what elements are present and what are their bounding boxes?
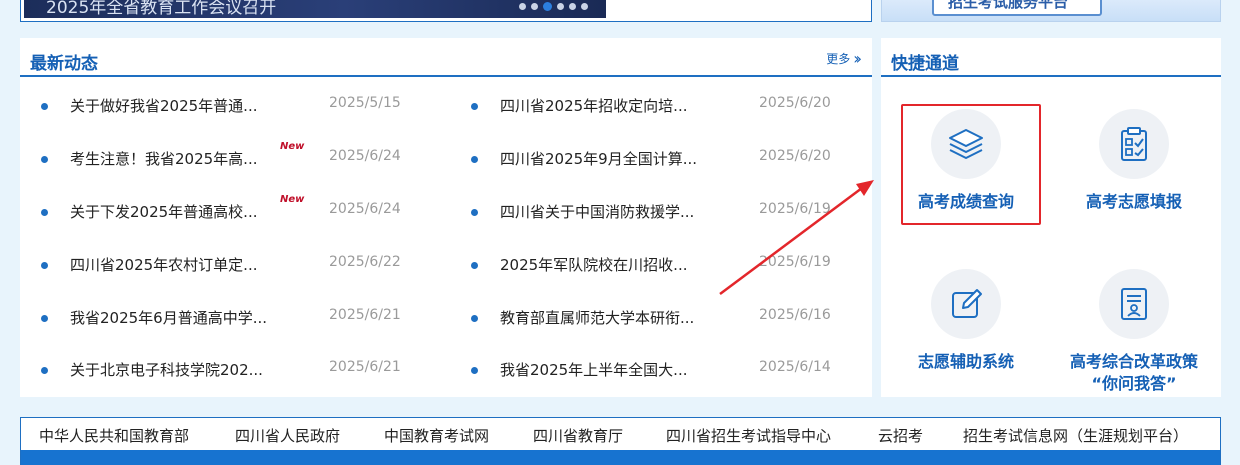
news-date: 2025/6/21 (329, 307, 401, 323)
news-date: 2025/6/20 (759, 95, 831, 111)
gaokao-score-query-link[interactable]: 高考成绩查询 (881, 109, 1051, 219)
bullet-icon (471, 367, 478, 374)
news-item[interactable]: 四川省2025年农村订单定... 2025/6/22 (41, 253, 451, 277)
document-icon-circle (1099, 269, 1169, 339)
quick-item-label: 高考成绩查询 (917, 192, 1014, 211)
new-badge: New (280, 194, 305, 205)
footer-link[interactable]: 中国教育考试网 (384, 425, 489, 446)
red-arrow-annotation (719, 180, 874, 296)
news-title[interactable]: 关于北京电子科技学院202... (70, 359, 263, 380)
service-platform-badge: 招生考试服务平台 (932, 0, 1102, 16)
news-title[interactable]: 四川省2025年农村订单定... (70, 254, 257, 275)
news-item[interactable]: 我省2025年上半年全国大... 2025/6/14 (471, 358, 881, 382)
layers-icon-circle (931, 109, 1001, 179)
carousel-dot[interactable] (581, 3, 588, 10)
bullet-icon (471, 209, 478, 216)
quick-item-label: 高考志愿填报 (1085, 192, 1182, 211)
news-date: 2025/6/24 (329, 201, 401, 217)
layers-icon (949, 129, 983, 159)
news-title[interactable]: 四川省2025年9月全国计算... (500, 148, 697, 169)
news-date: 2025/6/20 (759, 148, 831, 164)
carousel-dot[interactable] (531, 3, 538, 10)
news-item[interactable]: 四川省2025年9月全国计算... 2025/6/20 (471, 147, 881, 171)
bullet-icon (41, 156, 48, 163)
quick-panel-title: 快捷通道 (891, 54, 959, 74)
bullet-icon (471, 262, 478, 269)
quick-item-label-line1: 高考综合改革政策 (1069, 352, 1198, 371)
reform-policy-qa-link[interactable]: 高考综合改革政策 “你问我答” (1049, 269, 1219, 393)
news-item[interactable]: 关于下发2025年普通高校... New 2025/6/24 (41, 194, 451, 224)
news-title[interactable]: 教育部直属师范大学本研衔... (500, 307, 694, 328)
news-title[interactable]: 关于做好我省2025年普通... (70, 95, 257, 116)
news-title[interactable]: 四川省关于中国消防救援学... (500, 201, 694, 222)
news-title[interactable]: 关于下发2025年普通高校... (70, 201, 257, 222)
gaokao-application-link[interactable]: 高考志愿填报 (1049, 109, 1219, 219)
more-link[interactable]: 更多 ›› (826, 48, 862, 68)
quick-access-panel: 快捷通道 高考成绩查询 高考志愿填报 志愿辅助系统 高考综合改革政策 “你问我答… (881, 38, 1221, 397)
friendly-links-bar: 中华人民共和国教育部 四川省人民政府 中国教育考试网 四川省教育厅 四川省招生考… (20, 417, 1221, 465)
footer-blue-strip (21, 450, 1220, 465)
news-date: 2025/6/16 (759, 307, 831, 323)
quick-item-label: 志愿辅助系统 (917, 352, 1014, 371)
carousel-dots (519, 2, 588, 11)
bullet-icon (41, 103, 48, 110)
carousel-dot-active[interactable] (543, 2, 552, 11)
quick-panel-header: 快捷通道 (881, 38, 1221, 77)
carousel-image[interactable]: 2025年全省教育工作会议召开 (24, 0, 606, 18)
bullet-icon (41, 315, 48, 322)
news-item[interactable]: 教育部直属师范大学本研衔... 2025/6/16 (471, 306, 881, 330)
new-badge: New (280, 141, 305, 152)
document-icon (1121, 288, 1147, 320)
news-item[interactable]: 我省2025年6月普通高中学... 2025/6/21 (41, 306, 451, 330)
footer-link[interactable]: 四川省招生考试指导中心 (666, 425, 831, 446)
double-chevron-right-icon: ›› (853, 48, 862, 68)
footer-link[interactable]: 四川省教育厅 (533, 425, 623, 446)
service-platform-banner[interactable]: 招生考试服务平台 (881, 0, 1221, 22)
news-carousel[interactable]: 2025年全省教育工作会议召开 (20, 0, 872, 22)
bullet-icon (41, 262, 48, 269)
footer-link[interactable]: 云招考 (878, 425, 923, 446)
bullet-icon (471, 103, 478, 110)
news-title[interactable]: 四川省2025年招收定向培... (500, 95, 687, 116)
news-date: 2025/6/24 (329, 148, 401, 164)
carousel-caption: 2025年全省教育工作会议召开 (46, 0, 277, 18)
edit-icon (952, 289, 982, 318)
news-date: 2025/6/22 (329, 254, 401, 270)
news-item[interactable]: 四川省2025年招收定向培... 2025/6/20 (471, 94, 881, 118)
carousel-dot[interactable] (519, 3, 526, 10)
bullet-icon (471, 315, 478, 322)
footer-link[interactable]: 四川省人民政府 (235, 425, 340, 446)
bullet-icon (41, 367, 48, 374)
clipboard-icon-circle (1099, 109, 1169, 179)
news-title[interactable]: 我省2025年上半年全国大... (500, 359, 687, 380)
news-title[interactable]: 考生注意！我省2025年高... (70, 148, 257, 169)
quick-item-label: 高考综合改革政策 “你问我答” (1049, 351, 1219, 395)
news-item[interactable]: 关于北京电子科技学院202... 2025/6/21 (41, 358, 451, 382)
carousel-dot[interactable] (569, 3, 576, 10)
news-date: 2025/5/15 (329, 95, 401, 111)
news-panel-header: 最新动态 更多 ›› (20, 38, 872, 77)
carousel-dot[interactable] (557, 3, 564, 10)
news-date: 2025/6/21 (329, 359, 401, 375)
bullet-icon (471, 156, 478, 163)
news-item[interactable]: 关于做好我省2025年普通... 2025/5/15 (41, 94, 451, 118)
bullet-icon (41, 209, 48, 216)
quick-item-label-line2: “你问我答” (1091, 374, 1177, 393)
footer-link[interactable]: 中华人民共和国教育部 (39, 425, 189, 446)
news-title[interactable]: 我省2025年6月普通高中学... (70, 307, 267, 328)
application-assist-link[interactable]: 志愿辅助系统 (881, 269, 1051, 379)
news-item[interactable]: 考生注意！我省2025年高... New 2025/6/24 (41, 141, 451, 171)
news-panel-title: 最新动态 (30, 54, 98, 74)
news-date: 2025/6/14 (759, 359, 831, 375)
clipboard-check-icon (1121, 127, 1147, 161)
edit-icon-circle (931, 269, 1001, 339)
service-platform-text: 招生考试服务平台 (948, 0, 1069, 11)
news-title[interactable]: 2025年军队院校在川招收... (500, 254, 687, 275)
footer-link[interactable]: 招生考试信息网（生涯规划平台） (963, 425, 1188, 446)
more-label: 更多 (826, 52, 851, 66)
